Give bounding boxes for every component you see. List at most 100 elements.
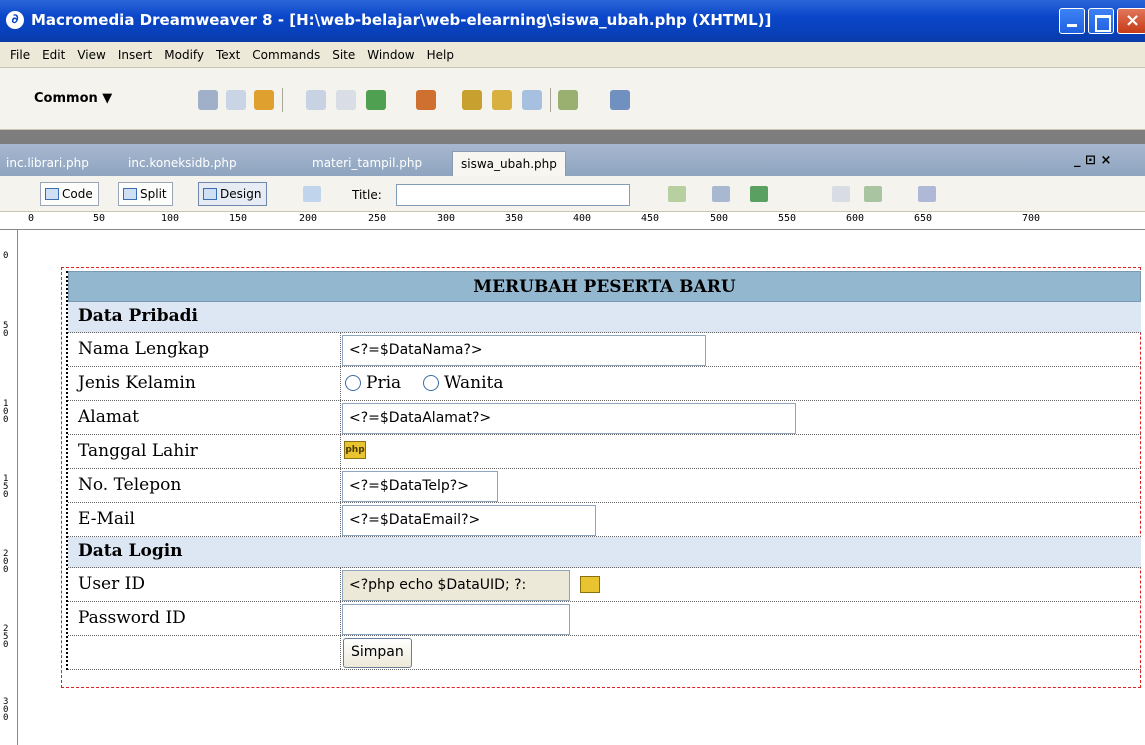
ruler-label: 100 — [161, 213, 180, 224]
userid-field[interactable]: <?php echo $DataUID; ?: — [342, 570, 570, 601]
horizontal-ruler: 0 50 100 150 200 250 300 350 400 450 500… — [0, 212, 1145, 230]
ruler-label: 200 — [3, 549, 9, 575]
design-view-label: Design — [220, 187, 262, 201]
tab-inc-koneksidb[interactable]: inc.koneksidb.php — [128, 156, 237, 170]
server-side-include-icon[interactable] — [492, 90, 512, 110]
menu-commands[interactable]: Commands — [246, 48, 326, 62]
ruler-label: 250 — [3, 624, 9, 650]
table-row: Jenis Kelamin Pria Wanita — [68, 367, 1141, 401]
password-field[interactable] — [342, 604, 570, 635]
ruler-label: 150 — [229, 213, 248, 224]
table-row: Alamat <?=$DataAlamat?> — [68, 401, 1141, 435]
section-title-login: Data Login — [78, 541, 183, 561]
split-view-label: Split — [140, 187, 167, 201]
menu-edit[interactable]: Edit — [36, 48, 71, 62]
date-icon[interactable] — [462, 90, 482, 110]
ruler-label: 50 — [3, 321, 9, 339]
hyperlink-icon[interactable] — [198, 90, 218, 110]
ruler-label: 550 — [778, 213, 797, 224]
radio-pria[interactable] — [345, 375, 361, 391]
code-view-button[interactable]: Code — [40, 182, 99, 206]
ruler-label: 400 — [573, 213, 592, 224]
menu-window[interactable]: Window — [361, 48, 420, 62]
ruler-label: 150 — [3, 474, 9, 500]
insert-category-dropdown[interactable]: Common ▼ — [34, 91, 112, 106]
image-icon[interactable] — [366, 90, 386, 110]
radio-wanita[interactable] — [423, 375, 439, 391]
field-label-alamat: Alamat — [78, 407, 139, 427]
validation-icon[interactable] — [668, 186, 686, 202]
table-row: Password ID — [68, 602, 1141, 636]
menu-help[interactable]: Help — [421, 48, 460, 62]
insert-bar: Common ▼ — [0, 68, 1145, 130]
named-anchor-icon[interactable] — [254, 90, 274, 110]
ruler-label: 700 — [1022, 213, 1041, 224]
nama-field[interactable]: <?=$DataNama?> — [342, 335, 706, 366]
field-label-nama: Nama Lengkap — [78, 339, 210, 359]
field-label-email: E-Mail — [78, 509, 135, 529]
separator — [550, 88, 551, 112]
table-row: User ID <?php echo $DataUID; ?: — [68, 568, 1141, 602]
menu-insert[interactable]: Insert — [112, 48, 158, 62]
ruler-label: 0 — [28, 213, 35, 224]
tab-inc-librari[interactable]: inc.librari.php — [6, 156, 89, 170]
live-data-icon[interactable] — [303, 186, 321, 202]
table-row: Tanggal Lahir php — [68, 435, 1141, 469]
menu-bar: File Edit View Insert Modify Text Comman… — [0, 42, 1145, 68]
email-link-icon[interactable] — [226, 90, 246, 110]
menu-file[interactable]: File — [4, 48, 36, 62]
preview-in-browser-icon[interactable] — [750, 186, 768, 202]
menu-site[interactable]: Site — [326, 48, 361, 62]
form-heading: MERUBAH PESERTA BARU — [473, 277, 736, 297]
separator — [282, 88, 283, 112]
title-bar: ∂ Macromedia Dreamweaver 8 - [H:\web-bel… — [0, 0, 1145, 42]
radio-label-pria: Pria — [366, 373, 402, 393]
minimize-button[interactable] — [1059, 8, 1085, 34]
div-icon[interactable] — [336, 90, 356, 110]
visual-aids-icon[interactable] — [918, 186, 936, 202]
tab-siswa-ubah[interactable]: siswa_ubah.php — [452, 151, 566, 176]
php-icon[interactable]: php — [344, 441, 366, 459]
tag-chooser-icon[interactable] — [610, 90, 630, 110]
refresh-icon[interactable] — [832, 186, 850, 202]
table-row: E-Mail <?=$DataEmail?> — [68, 503, 1141, 537]
menu-text[interactable]: Text — [210, 48, 246, 62]
maximize-button[interactable] — [1088, 8, 1114, 34]
email-field[interactable]: <?=$DataEmail?> — [342, 505, 596, 536]
ruler-label: 50 — [93, 213, 106, 224]
menu-view[interactable]: View — [71, 48, 111, 62]
dreamweaver-icon: ∂ — [6, 11, 24, 29]
code-view-label: Code — [62, 187, 93, 201]
split-view-button[interactable]: Split — [118, 182, 173, 206]
tab-materi-tampil[interactable]: materi_tampil.php — [312, 156, 422, 170]
templates-icon[interactable] — [558, 90, 578, 110]
section-row-personal: Data Pribadi — [68, 302, 1141, 333]
field-label-telepon: No. Telepon — [78, 475, 182, 495]
close-button[interactable]: × — [1117, 8, 1145, 34]
file-management-icon[interactable] — [712, 186, 730, 202]
view-options-icon[interactable] — [864, 186, 882, 202]
table-row: Nama Lengkap <?=$DataNama?> — [68, 333, 1141, 367]
form-table: MERUBAH PESERTA BARU Data Pribadi Nama L… — [66, 271, 1141, 670]
document-title-label: Title: — [352, 188, 382, 202]
section-row-login: Data Login — [68, 537, 1141, 568]
split-icon — [123, 188, 137, 200]
field-label-password: Password ID — [78, 608, 186, 628]
document-title-input[interactable] — [396, 184, 630, 206]
telepon-field[interactable]: <?=$DataTelp?> — [342, 471, 498, 502]
comment-icon[interactable] — [522, 90, 542, 110]
ruler-label: 450 — [641, 213, 660, 224]
design-view-button[interactable]: Design — [198, 182, 268, 206]
menu-modify[interactable]: Modify — [158, 48, 210, 62]
ruler-label: 650 — [914, 213, 933, 224]
table-icon[interactable] — [306, 90, 326, 110]
ruler-label: 350 — [505, 213, 524, 224]
ruler-label: 300 — [437, 213, 456, 224]
vertical-ruler: 0 50 100 150 200 250 300 — [0, 230, 18, 745]
table-row: No. Telepon <?=$DataTelp?> — [68, 469, 1141, 503]
media-icon[interactable] — [416, 90, 436, 110]
alamat-field[interactable]: <?=$DataAlamat?> — [342, 403, 796, 434]
section-title-personal: Data Pribadi — [78, 306, 198, 326]
simpan-button[interactable]: Simpan — [343, 638, 412, 668]
document-window-controls[interactable]: _ ⊡ × — [1074, 153, 1111, 168]
